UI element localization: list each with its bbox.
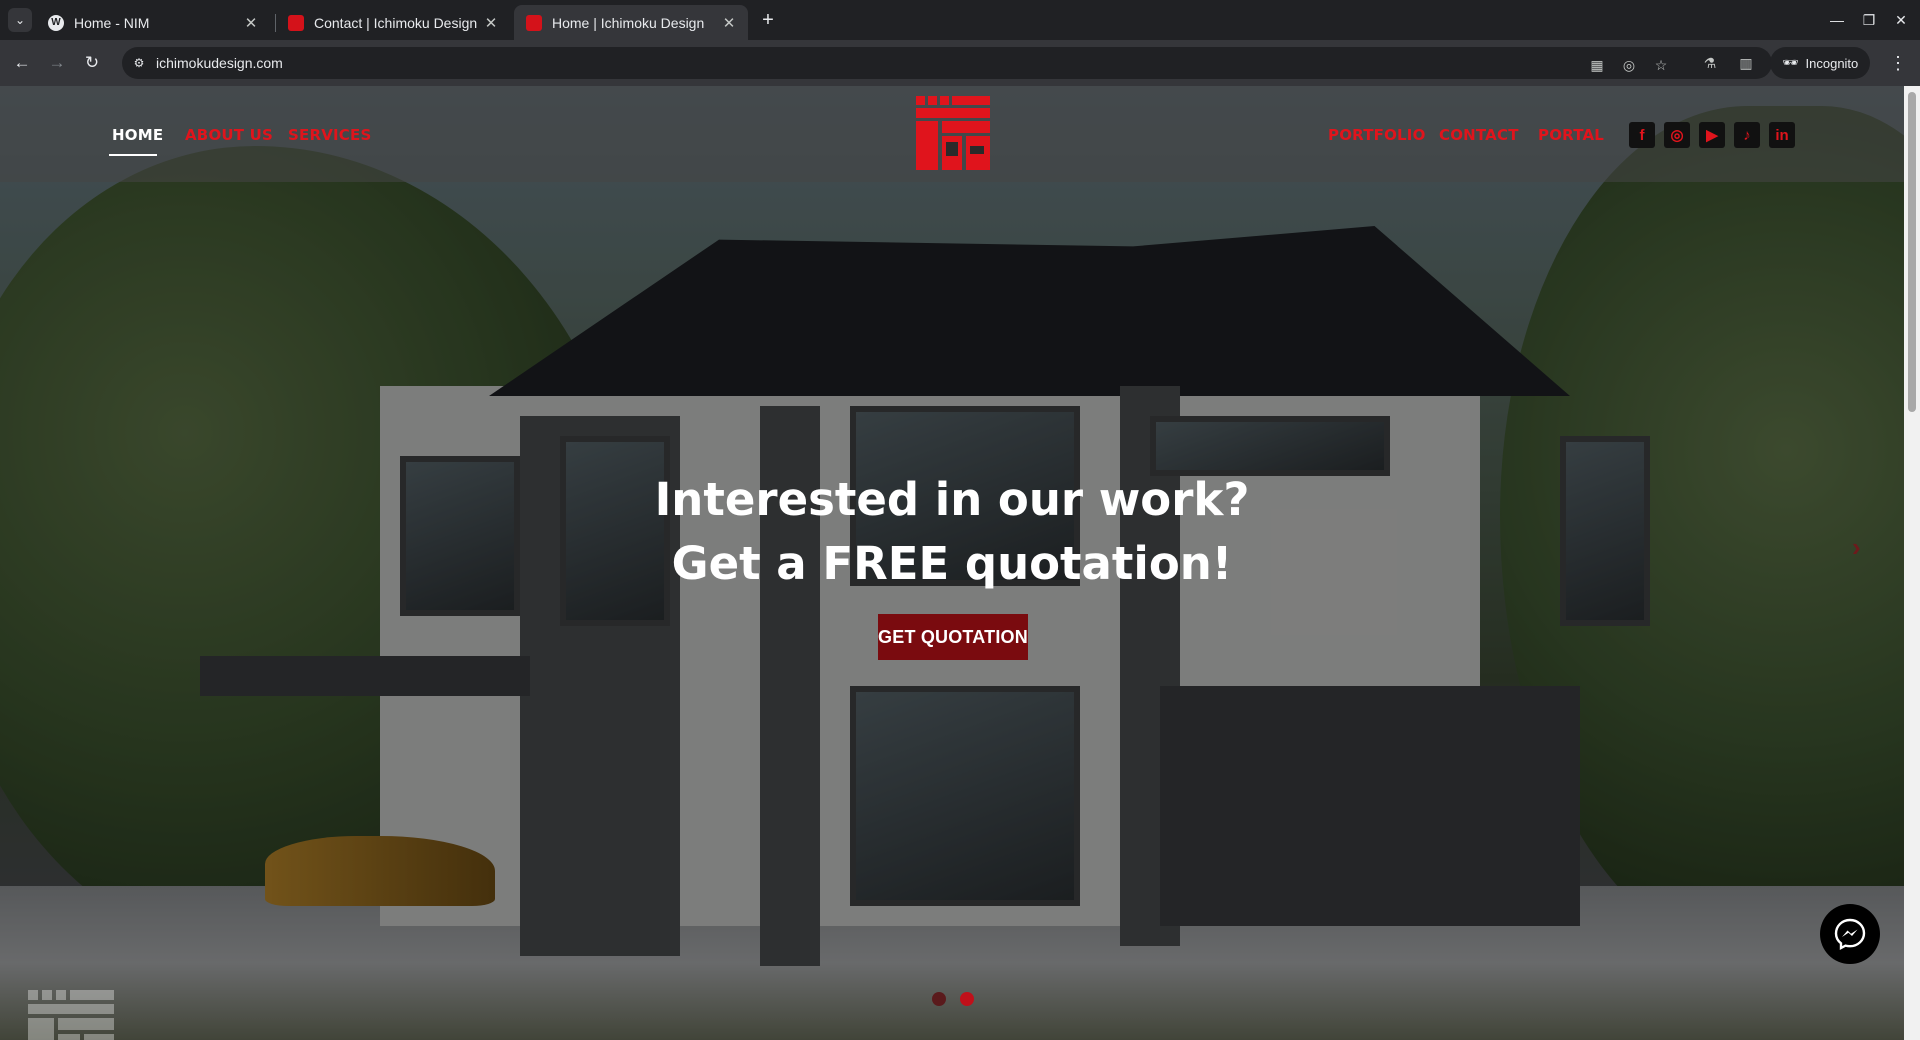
slider-dot[interactable]	[932, 992, 946, 1006]
close-icon[interactable]: ✕	[482, 14, 500, 32]
wordpress-icon: W	[48, 14, 64, 31]
nav-portal[interactable]: PORTAL	[1538, 126, 1604, 144]
nav-contact[interactable]: CONTACT	[1439, 126, 1519, 144]
url-text[interactable]: ichimokudesign.com	[156, 55, 283, 71]
incognito-badge[interactable]: 🕶 Incognito	[1770, 47, 1871, 79]
new-tab-button[interactable]: +	[756, 8, 780, 32]
browser-tab-active[interactable]: Home | Ichimoku Design ✕	[514, 5, 748, 40]
tab-search-button[interactable]: ⌄	[8, 8, 32, 32]
incognito-icon: 🕶	[1782, 55, 1799, 70]
site-header: HOME ABOUT US SERVICES PORTFOLIO CONTACT…	[0, 86, 1904, 182]
hero-headline-line-2: Get a FREE quotation!	[671, 537, 1233, 590]
address-bar[interactable]: ⚙ ichimokudesign.com ▦ ◎ ☆	[122, 47, 1772, 79]
page-viewport: HOME ABOUT US SERVICES PORTFOLIO CONTACT…	[0, 86, 1920, 1040]
tab-title: Home | Ichimoku Design	[552, 14, 705, 31]
ichimoku-favicon-icon	[288, 14, 304, 31]
ichimoku-logo[interactable]	[916, 96, 990, 170]
linkedin-icon[interactable]: in	[1769, 122, 1795, 148]
hero-headline: Interested in our work? Get a FREE quota…	[0, 468, 1904, 596]
restore-icon[interactable]: ❐	[1854, 8, 1884, 32]
browser-toolbar: ← → ↻ ⚙ ichimokudesign.com ▦ ◎ ☆ ⚗ ▥ 🕶 I…	[0, 40, 1920, 86]
side-panel-icon[interactable]: ▥	[1734, 51, 1758, 75]
get-quotation-button[interactable]: GET QUOTATION	[878, 614, 1028, 660]
messenger-chat-button[interactable]	[1820, 904, 1880, 964]
nav-active-underline	[109, 154, 157, 156]
browser-tabstrip: ⌄ W Home - NIM ✕ Contact | Ichimoku Desi…	[0, 0, 1920, 40]
browser-tab[interactable]: Contact | Ichimoku Design ✕	[276, 5, 510, 40]
browser-tab[interactable]: W Home - NIM ✕	[36, 5, 270, 40]
eye-off-icon[interactable]: ◎	[1618, 54, 1640, 76]
site-settings-icon[interactable]: ⚙	[122, 56, 156, 70]
ichimoku-favicon-icon	[526, 14, 542, 31]
qr-code-icon[interactable]: ▦	[1586, 54, 1608, 76]
slider-dot-active[interactable]	[960, 992, 974, 1006]
forward-button[interactable]: →	[45, 51, 69, 75]
hero-headline-line-1: Interested in our work?	[654, 473, 1250, 526]
hero-slider: HOME ABOUT US SERVICES PORTFOLIO CONTACT…	[0, 86, 1904, 1040]
reload-button[interactable]: ↻	[80, 51, 104, 75]
incognito-label: Incognito	[1805, 55, 1859, 71]
tab-title: Home - NIM	[74, 14, 150, 31]
tab-title: Contact | Ichimoku Design	[314, 14, 478, 31]
window-close-icon[interactable]: ✕	[1886, 8, 1916, 32]
instagram-icon[interactable]: ◎	[1664, 122, 1690, 148]
labs-flask-icon[interactable]: ⚗	[1698, 51, 1722, 75]
nav-home[interactable]: HOME	[112, 126, 163, 144]
tiktok-icon[interactable]: ♪	[1734, 122, 1760, 148]
slider-next-arrow-icon[interactable]: ›	[1852, 532, 1861, 563]
close-icon[interactable]: ✕	[720, 14, 738, 32]
browser-menu-icon[interactable]: ⋮	[1886, 51, 1910, 75]
facebook-icon[interactable]: f	[1629, 122, 1655, 148]
minimize-icon[interactable]: —	[1822, 8, 1852, 32]
nav-portfolio[interactable]: PORTFOLIO	[1328, 126, 1426, 144]
nav-about-us[interactable]: ABOUT US	[185, 126, 273, 144]
close-icon[interactable]: ✕	[242, 14, 260, 32]
ichimoku-watermark-logo	[28, 990, 114, 1040]
scrollbar-thumb[interactable]	[1908, 92, 1916, 412]
page-scrollbar[interactable]	[1904, 86, 1920, 1040]
nav-services[interactable]: SERVICES	[288, 126, 371, 144]
messenger-icon	[1834, 918, 1866, 950]
bookmark-star-icon[interactable]: ☆	[1650, 54, 1672, 76]
back-button[interactable]: ←	[10, 51, 34, 75]
youtube-icon[interactable]: ▶	[1699, 122, 1725, 148]
